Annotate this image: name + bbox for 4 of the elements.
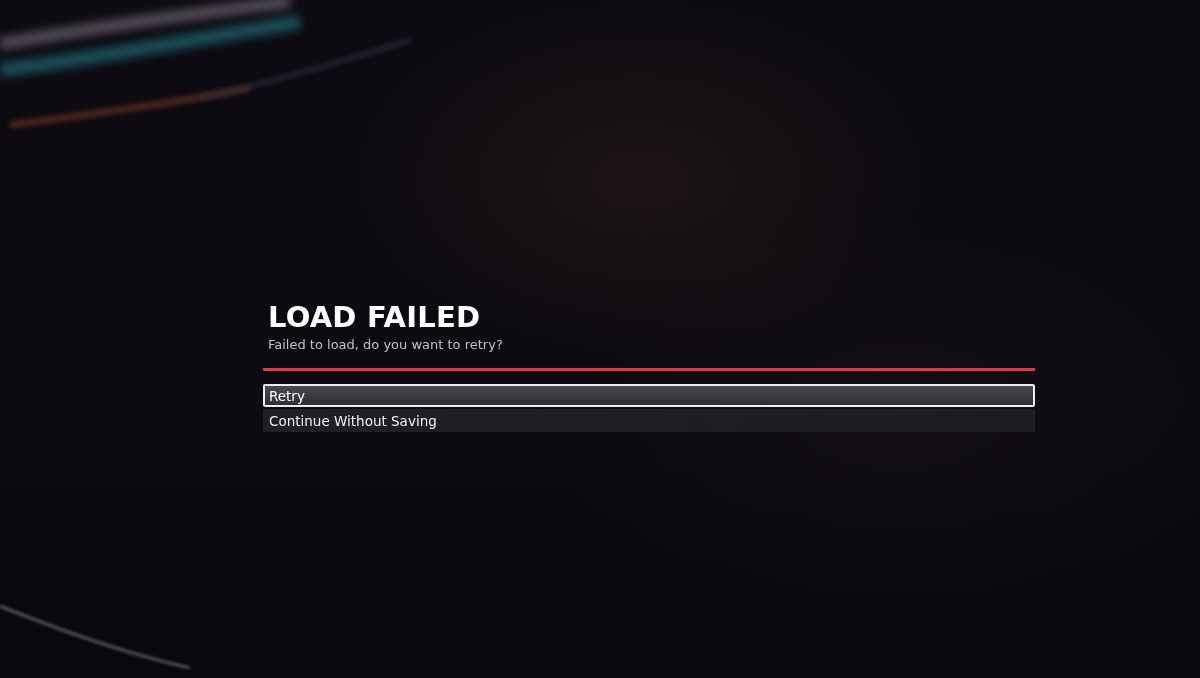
menu-option[interactable]: Continue Without Saving [263, 409, 1035, 432]
dialog-message: Failed to load, do you want to retry? [268, 336, 503, 354]
menu-option[interactable]: Retry [263, 384, 1035, 407]
dialog-title: LOAD FAILED [268, 300, 481, 334]
